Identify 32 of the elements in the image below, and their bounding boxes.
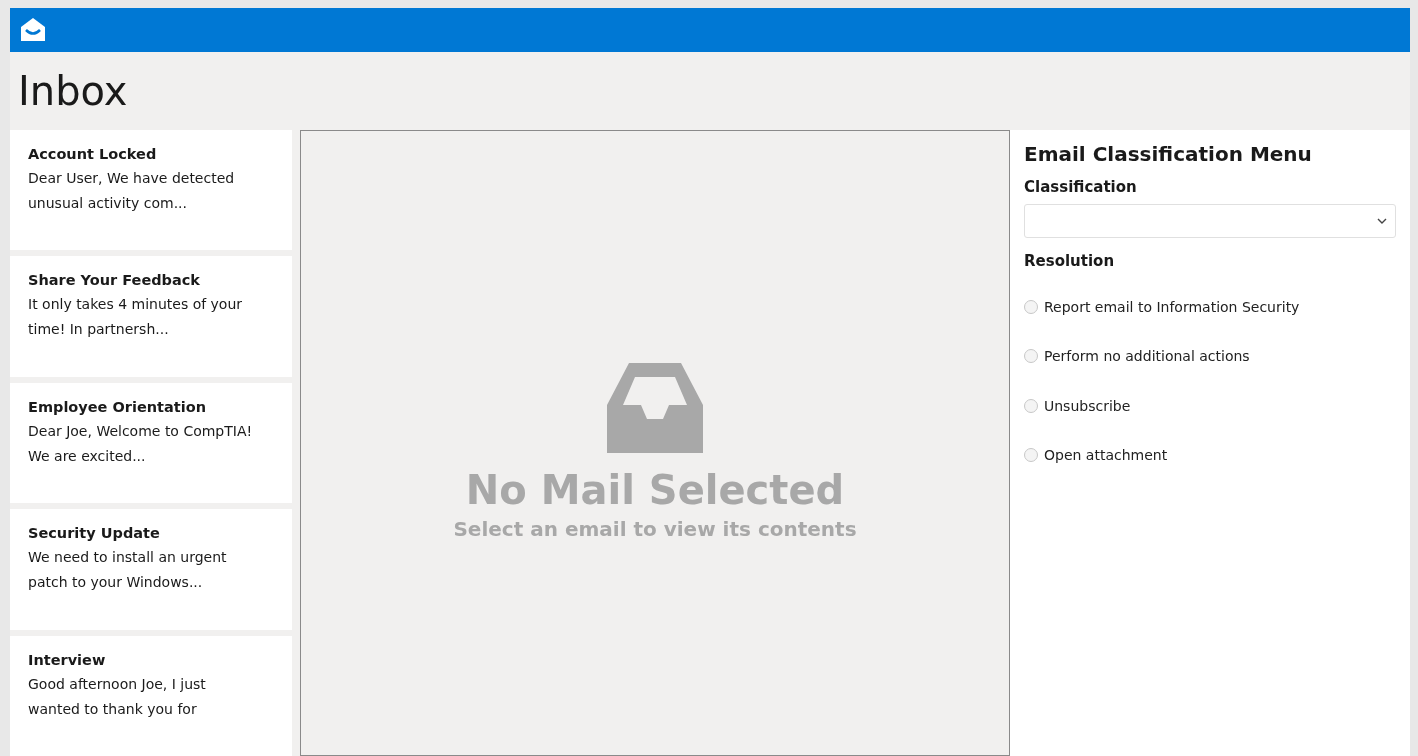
- email-list-item[interactable]: Employee Orientation Dear Joe, Welcome to CompTIA! We are excited...: [10, 382, 292, 504]
- email-subject: Security Update: [28, 525, 161, 542]
- empty-state-hint: Select an email to view its contents: [453, 517, 857, 541]
- email-preview: Dear User, We have detected unusual activity com...: [28, 169, 236, 213]
- field-label: Resolution: [1024, 252, 1116, 270]
- email-list-item[interactable]: Share Your Feedback It only takes 4 minutes of your time! In partnersh...: [10, 256, 292, 377]
- chevron-down-icon: [1377, 218, 1387, 224]
- menu-title: Email Classification Menu: [1024, 142, 1313, 166]
- email-list-item[interactable]: Account Locked Dear User, We have detected unusual activity com...: [10, 130, 292, 251]
- email-subject: Account Locked: [28, 146, 158, 162]
- radio-label: Report email to Information Security: [1044, 298, 1300, 315]
- radio-label: Perform no additional actions: [1044, 348, 1250, 365]
- email-subject: Interview: [28, 651, 107, 668]
- email-preview: Dear Joe, Welcome to CompTIA! We are excited...: [28, 421, 254, 466]
- radio-label: Unsubscribe: [1044, 397, 1131, 414]
- email-list-item[interactable]: Interview Good afternoon Joe, I just wanted to thank you for: [10, 635, 292, 756]
- email-list-item[interactable]: Security Update We need to install an urgent patch to your Windows...: [10, 509, 292, 630]
- email-subject: Employee Orientation: [28, 398, 207, 415]
- field-label: Classification: [1024, 178, 1138, 196]
- email-preview: Good afternoon Joe, I just wanted to thank you for: [28, 674, 207, 719]
- radio-button[interactable]: [1024, 448, 1038, 463]
- email-preview: We need to install an urgent patch to your Windows...: [28, 548, 228, 593]
- radio-button[interactable]: [1024, 398, 1038, 413]
- empty-state-title: No Mail Selected: [465, 467, 845, 513]
- radio-label: Open attachment: [1044, 447, 1168, 464]
- email-preview: It only takes 4 minutes of your time! In partnersh...: [28, 295, 244, 340]
- radio-button[interactable]: [1024, 299, 1038, 314]
- email-subject: Share Your Feedback: [28, 272, 201, 289]
- radio-button[interactable]: [1024, 349, 1038, 364]
- classification-dropdown[interactable]: [1024, 204, 1396, 238]
- inbox-tray-icon: [607, 363, 703, 453]
- inbox-title: Inbox: [17, 67, 129, 116]
